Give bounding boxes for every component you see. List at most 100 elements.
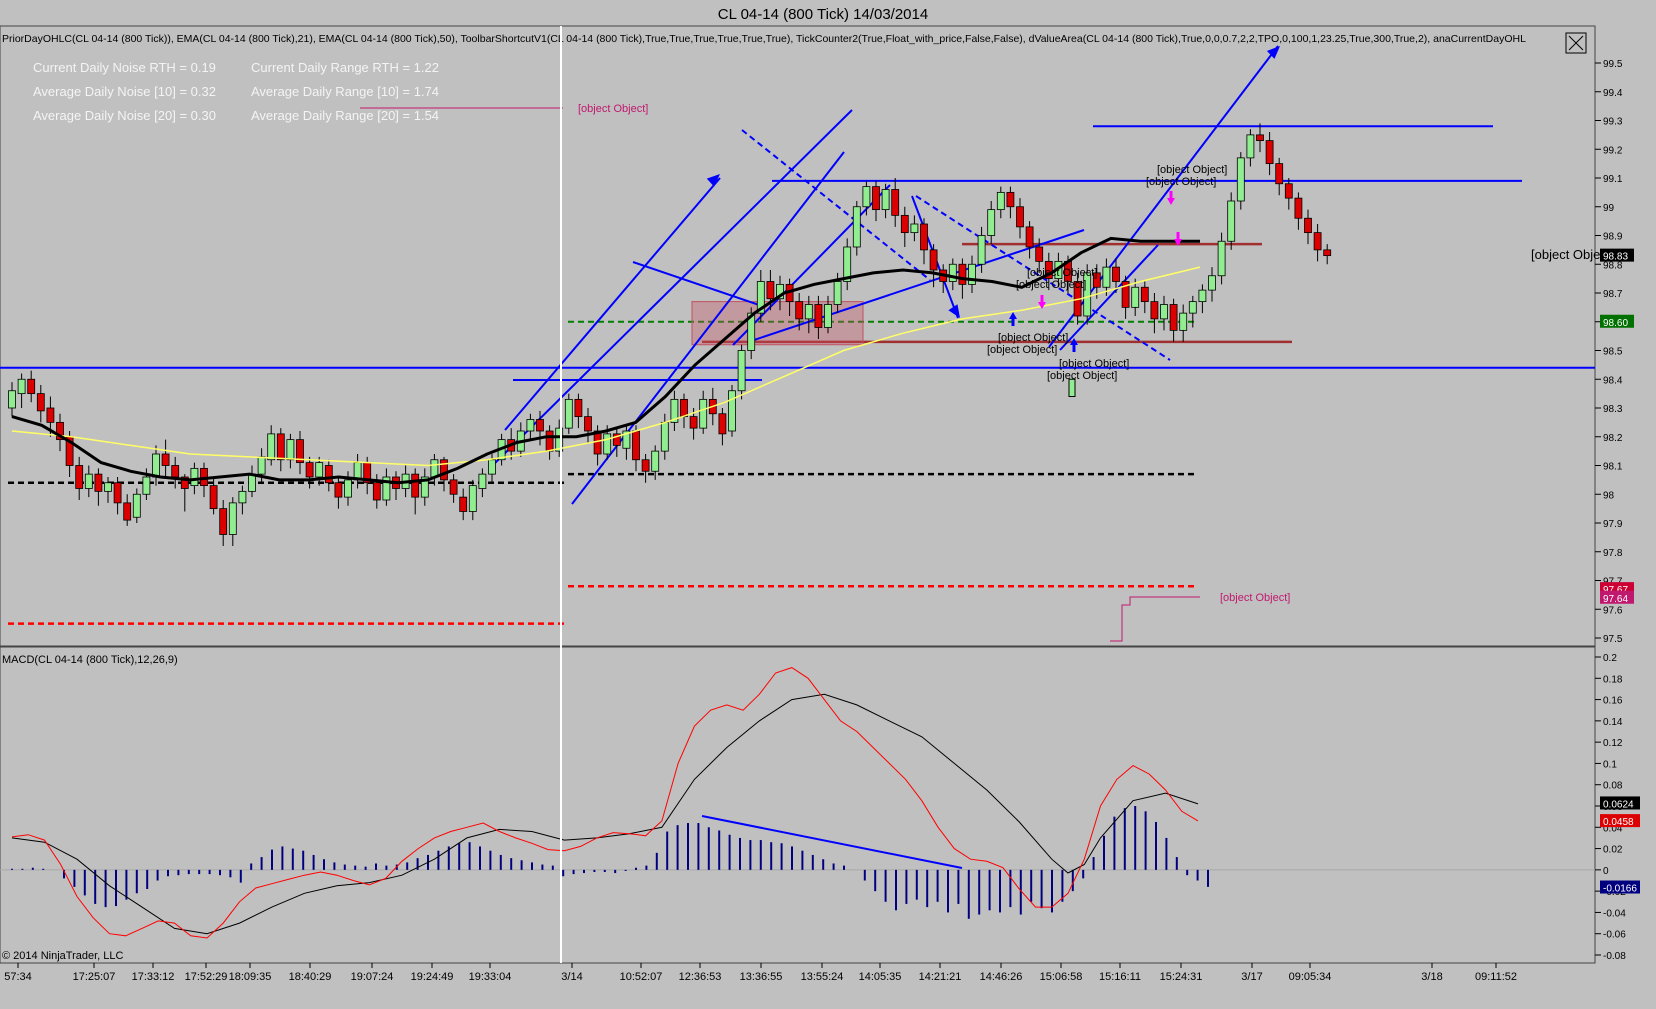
macd-tick-label: -0.06 <box>1603 930 1626 941</box>
candle-body <box>1294 197 1303 219</box>
time-tick-label: 14:05:35 <box>859 971 902 983</box>
candle-body <box>478 473 487 489</box>
candle-body <box>1188 301 1197 314</box>
entry-label: [object Object] <box>1059 358 1129 370</box>
time-tick-label: 15:16:11 <box>1099 971 1141 983</box>
time-tick-label: 17:25:07 <box>73 971 116 983</box>
price-tick-label: 97.6 <box>1603 605 1623 616</box>
candle-body <box>1016 206 1024 228</box>
macd-tick-label: -0.04 <box>1603 908 1626 919</box>
candle-body <box>766 281 775 300</box>
price-tick-label: 98 <box>1603 490 1615 501</box>
time-tick-label: 19:07:24 <box>351 971 394 983</box>
candle-body <box>920 223 928 251</box>
price-tick-label: 98.3 <box>1603 404 1623 415</box>
candle-body <box>1284 183 1293 199</box>
candle-body <box>1246 134 1255 159</box>
entry-price-label: [object Object] <box>1047 370 1117 382</box>
candle-body <box>315 462 324 478</box>
stat-range-10: Average Daily Range [10] = 1.74 <box>251 84 439 99</box>
candle-body <box>190 467 199 487</box>
candle-body <box>113 482 122 504</box>
candle-body <box>305 462 314 478</box>
candle-body <box>1169 304 1178 331</box>
time-tick-label: 18:09:35 <box>229 971 272 983</box>
candle-body <box>171 465 180 478</box>
price-tick-label: 99.2 <box>1603 145 1623 156</box>
candle-body <box>804 304 813 320</box>
candle-body <box>468 485 477 512</box>
candle-body <box>228 502 237 535</box>
candle-body <box>977 235 986 265</box>
time-tick-label: 3/17 <box>1241 971 1262 983</box>
candle-body <box>996 191 1005 211</box>
price-tick-label: 98.4 <box>1603 375 1623 386</box>
candle-body <box>564 398 573 429</box>
candle-body <box>152 453 160 478</box>
candle-body <box>929 249 938 271</box>
chart-title: CL 04-14 (800 Tick) 14/03/2014 <box>718 6 928 23</box>
time-tick-label: 19:24:49 <box>411 971 454 983</box>
price-tick-label: 98.2 <box>1603 433 1623 444</box>
candle-body <box>104 482 112 492</box>
candle-body <box>94 473 103 492</box>
candle-body <box>1236 157 1245 202</box>
candle-body <box>603 433 612 455</box>
candle-body <box>1256 134 1264 142</box>
candle-body <box>1304 217 1312 234</box>
price-tick-label: 98.1 <box>1603 462 1623 473</box>
candle-body <box>1323 249 1332 257</box>
macd-tick-label: -0.08 <box>1603 951 1626 962</box>
macd-title: MACD(CL 04-14 (800 Tick),12,26,9) <box>2 654 178 666</box>
time-tick-label: 15:06:58 <box>1040 971 1083 983</box>
candle-body <box>257 456 266 475</box>
candle-body <box>1025 226 1034 248</box>
candle-body <box>872 186 880 211</box>
time-tick-label: 3/18 <box>1421 971 1442 983</box>
time-tick-label: 17:33:12 <box>132 971 175 983</box>
ninjatrader-chart[interactable]: CL 04-14 (800 Tick) 14/03/2014 PriorDayO… <box>0 0 1656 1009</box>
candle-body <box>238 490 247 504</box>
candle-body <box>891 189 900 216</box>
candle-body <box>449 479 458 495</box>
candle-body <box>286 439 295 461</box>
macd-tick-label: 0.12 <box>1603 738 1623 749</box>
copyright: © 2014 NinjaTrader, LLC <box>2 950 123 962</box>
macd-tag-label: -0.0166 <box>1603 884 1637 895</box>
candle-body <box>324 465 333 484</box>
candle-body <box>209 485 218 510</box>
candle-body <box>372 482 381 501</box>
candle-body <box>987 209 996 236</box>
price-tick-label: 99 <box>1603 203 1615 214</box>
candle-body <box>1112 266 1120 282</box>
price-tick-label: 97.5 <box>1603 634 1623 645</box>
price-tick-label: 97.8 <box>1603 548 1623 559</box>
time-tick-label: 17:52:29 <box>185 971 228 983</box>
chart-background <box>0 0 1656 1009</box>
candle-body <box>132 493 141 518</box>
candle-body <box>1150 301 1159 320</box>
candle-body <box>1227 200 1236 242</box>
macd-tick-label: 0.14 <box>1603 717 1623 728</box>
candle-body <box>900 214 909 234</box>
candle-body <box>584 416 592 432</box>
candle-body <box>219 508 228 535</box>
candle-body <box>334 482 343 498</box>
candle-body <box>276 433 285 461</box>
price-tick-label: 97.9 <box>1603 519 1623 530</box>
candle-body <box>1275 163 1284 185</box>
candle-body <box>75 465 84 489</box>
candle-body <box>574 398 583 418</box>
entry-label: [object Object] <box>998 332 1068 344</box>
candle-body <box>123 502 132 521</box>
stat-noise-20: Average Daily Noise [20] = 0.30 <box>33 108 216 123</box>
candle-body <box>545 430 554 452</box>
candle-body <box>1265 140 1274 165</box>
time-tick-label: 15:24:31 <box>1160 971 1203 983</box>
candle-body <box>440 459 448 481</box>
time-tick-label: 10:52:07 <box>620 971 663 983</box>
price-tick-label: 98.7 <box>1603 289 1623 300</box>
time-tick-label: 09:11:52 <box>1475 971 1517 983</box>
candle-body <box>814 304 823 328</box>
price-tag-label: 98.83 <box>1603 252 1628 263</box>
